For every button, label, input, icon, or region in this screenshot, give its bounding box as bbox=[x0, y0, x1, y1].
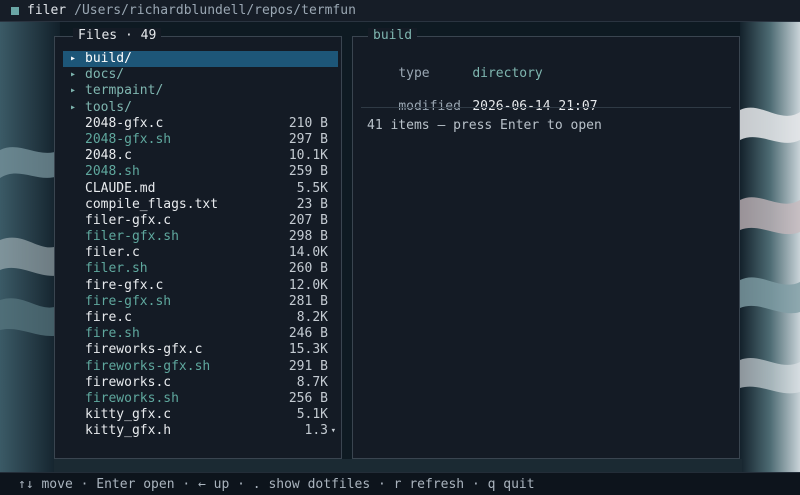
file-row[interactable]: kitty_gfx.c 5.1K bbox=[63, 407, 338, 423]
file-size: 298 B bbox=[288, 229, 328, 245]
file-size: 12.0K bbox=[288, 277, 328, 293]
status-bar: ↑↓ move · Enter open · ← up · . show dot… bbox=[0, 472, 800, 495]
file-size: 210 B bbox=[288, 115, 328, 131]
file-row[interactable]: fire.c 8.2K bbox=[63, 310, 338, 326]
file-name: fire-gfx.c bbox=[85, 277, 164, 293]
file-name: filer-gfx.sh bbox=[85, 229, 179, 245]
file-size: 259 B bbox=[288, 164, 328, 180]
detail-panel-title: build bbox=[368, 28, 418, 44]
detail-divider bbox=[361, 107, 731, 108]
file-row[interactable]: CLAUDE.md 5.5K bbox=[63, 181, 338, 197]
type-label: type bbox=[398, 66, 430, 81]
file-row[interactable]: filer-gfx.c 207 B bbox=[63, 213, 338, 229]
file-name: termpaint/ bbox=[85, 83, 164, 99]
file-size: 281 B bbox=[288, 293, 328, 309]
file-name: fireworks-gfx.sh bbox=[85, 358, 211, 374]
file-size: 5.1K bbox=[296, 407, 328, 423]
file-row[interactable]: 2048-gfx.c 210 B bbox=[63, 116, 338, 132]
file-row[interactable]: kitty_gfx.h 1.3 ▾ bbox=[63, 423, 338, 439]
file-size: 5.5K bbox=[296, 180, 328, 196]
file-size: 291 B bbox=[288, 358, 328, 374]
file-row[interactable]: fireworks-gfx.sh 291 B bbox=[63, 359, 338, 375]
directory-row[interactable]: ▸ build/ bbox=[63, 51, 338, 68]
folder-chevron-icon: ▸ bbox=[70, 101, 77, 113]
file-name: fire.c bbox=[85, 310, 132, 325]
file-size: 23 B bbox=[296, 196, 328, 212]
file-row[interactable]: fire-gfx.sh 281 B bbox=[63, 294, 338, 310]
file-row[interactable]: fireworks.sh 256 B bbox=[63, 391, 338, 407]
file-name: kitty_gfx.c bbox=[85, 407, 172, 423]
file-row[interactable]: 2048-gfx.sh 297 B bbox=[63, 132, 338, 148]
file-row[interactable]: fire.sh 246 B bbox=[63, 326, 338, 342]
file-row[interactable]: fire-gfx.c 12.0K bbox=[63, 278, 338, 294]
file-name: 2048.c bbox=[85, 148, 132, 164]
detail-panel: build type directory modified 2026-06-14 2… bbox=[352, 28, 740, 459]
file-name: 2048-gfx.sh bbox=[85, 131, 172, 147]
file-size: 10.1K bbox=[288, 148, 328, 164]
file-name: 2048-gfx.c bbox=[85, 115, 164, 131]
file-row[interactable]: filer.c 14.0K bbox=[63, 245, 338, 261]
file-size: 8.2K bbox=[296, 310, 328, 325]
file-name: fire.sh bbox=[85, 326, 140, 342]
file-row[interactable]: filer-gfx.sh 298 B bbox=[63, 229, 338, 245]
file-name: fire-gfx.sh bbox=[85, 293, 172, 309]
files-panel-title: Files · 49 bbox=[73, 28, 162, 44]
file-name: filer.c bbox=[85, 245, 140, 261]
file-name: fireworks.c bbox=[85, 374, 172, 390]
file-size: 260 B bbox=[288, 261, 328, 277]
folder-chevron-icon: ▸ bbox=[70, 53, 77, 64]
file-name: compile_flags.txt bbox=[85, 196, 219, 212]
file-name: fireworks-gfx.c bbox=[85, 342, 203, 358]
file-size: 14.0K bbox=[288, 245, 328, 261]
detail-message: 41 items — press Enter to open bbox=[367, 118, 602, 133]
file-list[interactable]: ▸ build/ ▸ docs/ ▸ termpaint/ ▸ tools/2048-gfx.… bbox=[63, 51, 338, 440]
current-path: /Users/richardblundell/repos/termfun bbox=[74, 3, 356, 18]
file-name: kitty_gfx.h bbox=[85, 423, 172, 439]
file-size: 15.3K bbox=[288, 342, 328, 358]
file-size: 207 B bbox=[288, 212, 328, 228]
file-size: 297 B bbox=[288, 131, 328, 147]
file-row[interactable]: 2048.c 10.1K bbox=[63, 148, 338, 164]
file-name: filer.sh bbox=[85, 261, 148, 277]
window-titlebar: filer /Users/richardblundell/repos/termf… bbox=[0, 0, 800, 22]
file-name: 2048.sh bbox=[85, 164, 140, 180]
file-name: docs/ bbox=[85, 67, 125, 83]
file-row[interactable]: 2048.sh 259 B bbox=[63, 164, 338, 180]
file-size: 1.3 bbox=[304, 423, 328, 439]
file-row[interactable]: fireworks.c 8.7K bbox=[63, 375, 338, 391]
directory-row[interactable]: ▸ termpaint/ bbox=[63, 83, 338, 99]
folder-chevron-icon: ▸ bbox=[70, 69, 77, 81]
files-panel: Files · 49 ▸ build/ ▸ docs/ ▸ termpaint/ ▸ tool… bbox=[54, 28, 342, 459]
file-row[interactable]: filer.sh 260 B bbox=[63, 261, 338, 277]
file-name: build/ bbox=[85, 51, 132, 66]
file-row[interactable]: fireworks-gfx.c 15.3K bbox=[63, 342, 338, 358]
scroll-down-icon[interactable]: ▾ bbox=[331, 423, 336, 439]
app-name: filer bbox=[27, 3, 67, 18]
file-size: 8.7K bbox=[296, 374, 328, 390]
keybinding-hints: ↑↓ move · Enter open · ← up · . show dot… bbox=[18, 476, 535, 492]
type-value: directory bbox=[472, 66, 543, 81]
file-name: filer-gfx.c bbox=[85, 212, 172, 228]
file-name: tools/ bbox=[85, 99, 132, 115]
file-name: fireworks.sh bbox=[85, 390, 179, 406]
directory-row[interactable]: ▸ docs/ bbox=[63, 67, 338, 83]
terminal-icon bbox=[11, 6, 19, 15]
directory-row[interactable]: ▸ tools/ bbox=[63, 100, 338, 116]
file-size: 256 B bbox=[288, 390, 328, 406]
file-size: 246 B bbox=[288, 326, 328, 342]
file-name: CLAUDE.md bbox=[85, 180, 156, 196]
folder-chevron-icon: ▸ bbox=[70, 85, 77, 97]
file-row[interactable]: compile_flags.txt 23 B bbox=[63, 197, 338, 213]
